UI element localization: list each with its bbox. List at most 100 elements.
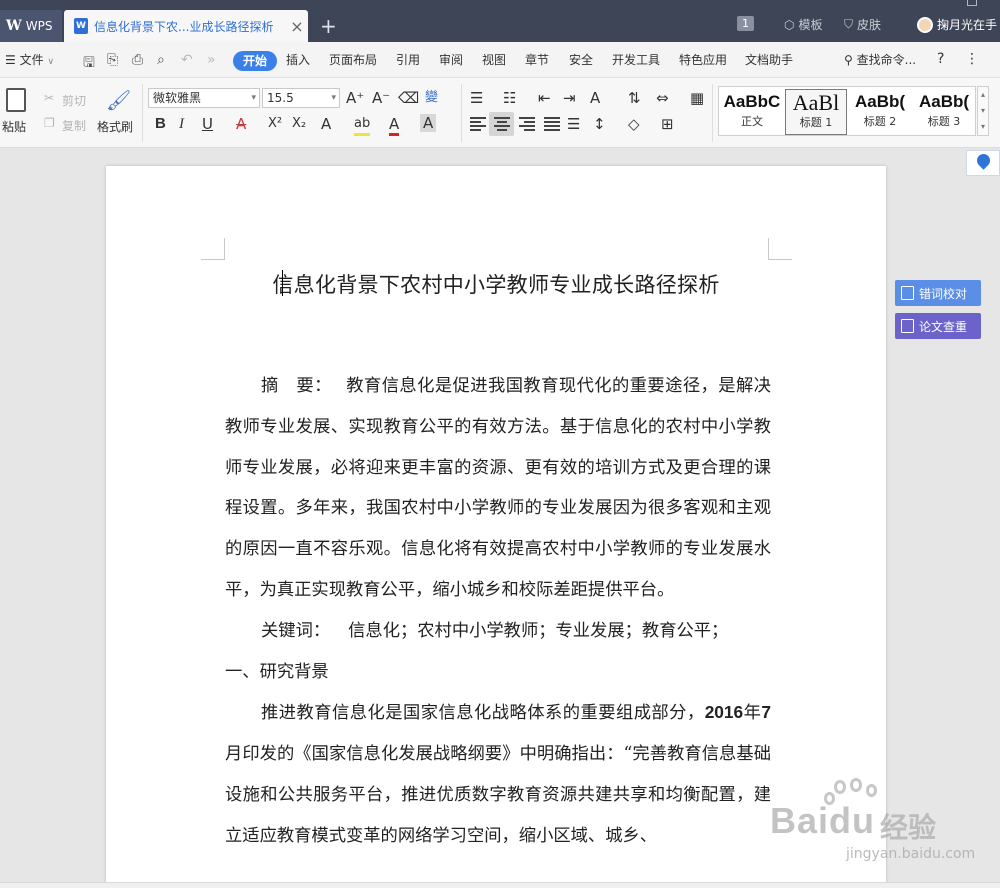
tab-home[interactable]: 开始 (233, 51, 277, 71)
tab-view[interactable]: 视图 (482, 52, 506, 68)
document-title[interactable]: 信息化背景下农村中小学教师专业成长路径探析 (106, 269, 886, 299)
phonetic-guide-button[interactable]: 變 (425, 89, 438, 107)
more-options-button[interactable]: ⋮ (965, 51, 979, 67)
page-count-indicator[interactable]: 1 (737, 16, 754, 31)
plagiarism-icon (901, 319, 914, 333)
watermark-brand: Bai (770, 800, 830, 841)
bullet-list-icon[interactable]: ☰ (470, 89, 483, 107)
align-center-icon[interactable] (494, 117, 510, 131)
strikethrough-button[interactable]: A (236, 115, 246, 133)
underline-button[interactable]: U (202, 115, 213, 133)
tab-chapter[interactable]: 章节 (525, 52, 549, 68)
spacing-icon[interactable]: ⇔ (656, 89, 669, 107)
tab-insert[interactable]: 插入 (286, 52, 310, 68)
paragraph-text: 月印发的《国家信息化发展战略纲要》中明确指出：“完善教育信息基础设施和公共服务平… (225, 744, 771, 846)
template-icon: ⬡ (784, 17, 795, 32)
year-number: 2016 (704, 702, 744, 723)
abstract-label: 摘 要： (261, 376, 332, 396)
superscript-button[interactable]: X² (268, 115, 282, 133)
proofread-label: 错词校对 (919, 286, 968, 301)
document-tab[interactable]: W 信息化背景下农...业成长路径探析 × (64, 10, 308, 42)
save-icon[interactable]: 🖫 (83, 52, 95, 76)
justify-icon[interactable] (544, 117, 560, 131)
italic-button[interactable]: I (179, 115, 184, 133)
highlight-button[interactable]: ab (354, 115, 371, 136)
tab-security[interactable]: 安全 (569, 52, 593, 68)
help-button[interactable]: ? (937, 51, 944, 67)
margin-corner-mark (201, 238, 225, 260)
restore-window-icon[interactable] (967, 0, 977, 6)
clear-format-icon[interactable]: ⌫ (398, 89, 419, 107)
print-icon[interactable]: ⎙ (132, 52, 143, 68)
shrink-font-button[interactable]: A⁻ (372, 89, 390, 107)
templates-button[interactable]: ⬡ 模板 (784, 16, 823, 33)
tab-review[interactable]: 审阅 (439, 52, 463, 68)
undo-icon[interactable]: ↶ (181, 52, 193, 68)
plagiarism-label: 论文查重 (919, 319, 968, 334)
proofread-button[interactable]: 错词校对 (895, 280, 981, 306)
keywords-paragraph[interactable]: 关键词： 信息化；农村中小学教师；专业发展；教育公平； (225, 611, 771, 652)
section-heading[interactable]: 一、研究背景 (225, 652, 771, 693)
menu-bar: ☰ 文件 ∨ 🖫 ⎘ ⎙ ⌕ ↶ » 开始 插入 页面布局 引用 审阅 视图 章… (0, 42, 1000, 78)
new-tab-button[interactable]: + (320, 14, 337, 38)
document-body[interactable]: 摘 要： 教育信息化是促进我国教育现代化的重要途径，是解决教师专业发展、实现教育公… (225, 366, 771, 857)
style-sample: AaBb( (854, 92, 906, 111)
tab-special-features[interactable]: 特色应用 (679, 52, 727, 68)
tab-developer[interactable]: 开发工具 (612, 52, 660, 68)
shading-icon[interactable]: ◇ (628, 115, 640, 133)
page-count-badge: 1 (737, 16, 754, 31)
close-tab-button[interactable]: × (286, 17, 308, 36)
bold-button[interactable]: B (155, 115, 166, 133)
style-sample: AaBbC (723, 92, 781, 111)
tab-references[interactable]: 引用 (396, 52, 420, 68)
subscript-button[interactable]: X₂ (292, 115, 306, 133)
tab-doc-assistant[interactable]: 文档助手 (745, 52, 793, 68)
cut-button[interactable]: 剪切 (62, 92, 86, 109)
align-right-icon[interactable] (519, 117, 535, 131)
user-name: 掬月光在手 (937, 18, 998, 32)
copy-button[interactable]: 复制 (62, 117, 86, 134)
text-direction-icon[interactable]: A (590, 89, 600, 107)
plagiarism-check-button[interactable]: 论文查重 (895, 313, 981, 339)
text-effect-button[interactable]: A (321, 115, 331, 133)
sort-icon[interactable]: ⇅ (628, 89, 641, 107)
style-heading-3[interactable]: AaBb( 标题 3 (913, 89, 975, 135)
style-heading-1[interactable]: AaBl 标题 1 (785, 89, 847, 135)
line-spacing-icon[interactable]: ↕ (593, 115, 606, 133)
file-menu[interactable]: ☰ 文件 ∨ (5, 52, 54, 70)
grid-icon[interactable]: ▦ (690, 89, 704, 107)
brush-icon: 🖌 (106, 88, 132, 112)
style-sample: AaBl (792, 90, 840, 115)
char-shading-button[interactable]: A (420, 114, 437, 132)
paragraph-text: 年 (743, 703, 762, 724)
align-left-icon[interactable] (470, 117, 486, 131)
distributed-icon[interactable]: ☰ (567, 115, 580, 133)
font-size-select[interactable]: 15.5 ▾ (262, 88, 340, 108)
style-sample: AaBb( (918, 92, 970, 111)
style-gallery-scroll[interactable]: ▴ ▾ ▾ (977, 86, 989, 136)
numbered-list-icon[interactable]: ☷ (503, 89, 516, 107)
wps-home-tab[interactable]: W WPS (0, 10, 62, 42)
tab-page-layout[interactable]: 页面布局 (329, 52, 377, 68)
command-search[interactable]: ⚲ 查找命令... (844, 52, 916, 68)
skin-button[interactable]: ⛉ 皮肤 (844, 16, 881, 33)
templates-label: 模板 (798, 18, 823, 32)
body-paragraph[interactable]: 推进教育信息化是国家信息化战略体系的重要组成部分，2016年7 月印发的《国家信息… (225, 692, 771, 856)
shirt-icon: ⛉ (844, 17, 854, 31)
borders-icon[interactable]: ⊞ (661, 115, 674, 133)
document-page[interactable]: 信息化背景下农村中小学教师专业成长路径探析 摘 要： 教育信息化是促进我国教育现代… (106, 166, 886, 888)
style-normal[interactable]: AaBbC 正文 (721, 89, 783, 135)
print-preview-icon[interactable]: ⌕ (157, 52, 165, 68)
more-quick-icon[interactable]: » (207, 52, 216, 68)
font-color-button[interactable]: A (389, 115, 400, 136)
increase-indent-icon[interactable]: ⇥ (563, 89, 576, 107)
baidu-watermark: Baidu (770, 800, 875, 842)
style-heading-2[interactable]: AaBb( 标题 2 (849, 89, 911, 135)
decrease-indent-icon[interactable]: ⇤ (538, 89, 551, 107)
output-pdf-icon[interactable]: ⎘ (107, 52, 118, 68)
divider (142, 84, 143, 142)
font-name-select[interactable]: 微软雅黑 ▾ (148, 88, 260, 108)
abstract-paragraph[interactable]: 摘 要： 教育信息化是促进我国教育现代化的重要途径，是解决教师专业发展、实现教育公… (225, 366, 771, 611)
grow-font-button[interactable]: A⁺ (346, 89, 364, 107)
user-account[interactable]: 掬月光在手 (917, 16, 997, 33)
